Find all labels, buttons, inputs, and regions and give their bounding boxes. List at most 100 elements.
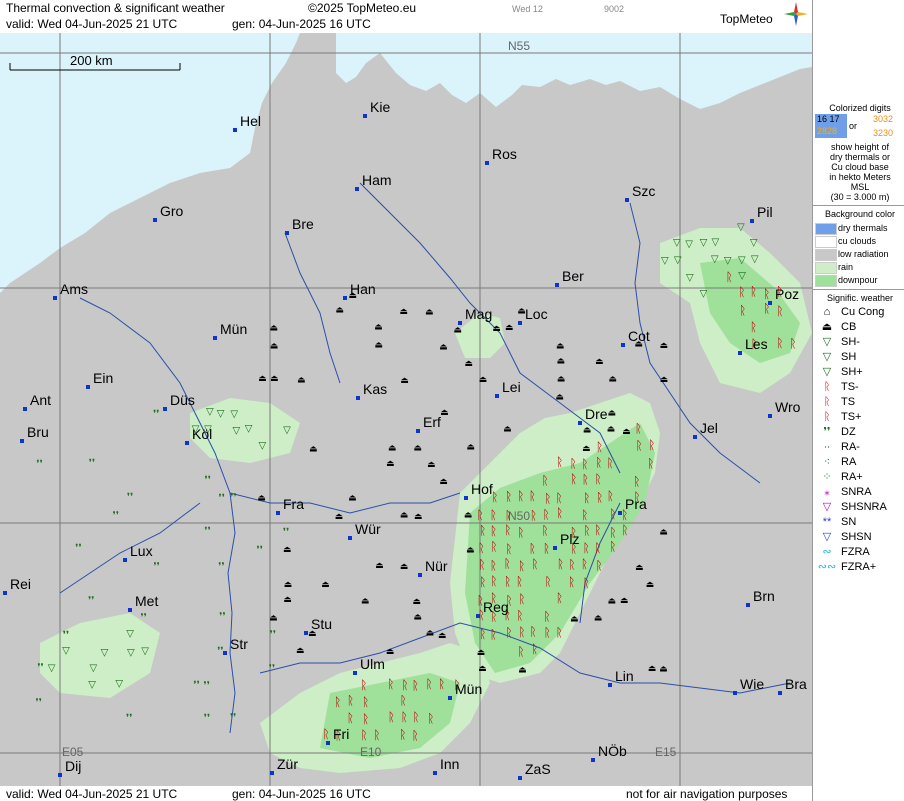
thunderstorm-icon: ᚱ: [609, 525, 616, 539]
city-label: ZaS: [525, 761, 551, 777]
thunderstorm-icon: ᚱ: [609, 507, 616, 521]
drizzle-icon: ❜❜: [37, 662, 43, 673]
city-label: Jel: [700, 420, 718, 436]
city-label: Köl: [192, 426, 212, 442]
city-marker: [213, 336, 217, 340]
drizzle-icon: ❜❜: [193, 680, 199, 691]
cb-icon: ⏏: [440, 407, 449, 417]
thunderstorm-icon: ᚱ: [504, 557, 511, 571]
cb-icon: ⏏: [414, 511, 423, 521]
thunderstorm-icon: ᚱ: [490, 627, 497, 641]
city-label: Han: [350, 281, 376, 297]
digits-desc-3: Cu cloud base: [831, 162, 889, 172]
thunderstorm-icon: ᚱ: [490, 524, 497, 538]
cb-icon: ⏏: [374, 322, 383, 332]
city-label: Str: [230, 636, 248, 652]
drizzle-icon: ❜❜: [88, 595, 94, 606]
shower-icon: ▽: [232, 426, 240, 437]
wx-label: Cu Cong: [841, 306, 885, 318]
city-label: Ros: [492, 146, 517, 162]
cb-icon: ⏏: [505, 322, 514, 332]
rain-heavy-icon: ⁘: [822, 471, 832, 483]
city-marker: [185, 441, 189, 445]
city-label: Wie: [740, 676, 764, 692]
city-marker: [326, 741, 330, 745]
city-label: Zür: [277, 756, 298, 772]
digits-desc-5: MSL: [850, 182, 870, 192]
cb-icon: ⏏: [426, 628, 435, 638]
cb-icon: ⏏: [386, 646, 395, 656]
city-label: Dre: [585, 406, 608, 422]
cb-icon: ⏏: [269, 612, 278, 622]
thunderstorm-icon: ᚱ: [362, 695, 369, 709]
city-marker: [553, 546, 557, 550]
thunderstorm-icon: ᚱ: [581, 457, 588, 471]
cb-icon: ⏏: [582, 443, 591, 453]
shower-snowrain-icon: ▽: [822, 501, 832, 513]
cb-icon: ⏏: [659, 663, 668, 673]
shower-light-icon: ▽: [822, 336, 832, 348]
city-marker: [3, 591, 7, 595]
drizzle-icon: ❜❜: [140, 612, 146, 623]
cb-icon: ⏏: [492, 323, 501, 333]
wx-label: TS+: [841, 411, 862, 423]
cb-icon: ⏏: [635, 562, 644, 572]
thunderstorm-icon: ᚱ: [401, 710, 408, 724]
city-marker: [276, 511, 280, 515]
city-label: Hel: [240, 113, 261, 129]
thunderstorm-icon: ᚱ: [347, 694, 354, 708]
cb-icon: ⏏: [335, 305, 344, 315]
drizzle-icon: ❜❜: [270, 630, 276, 641]
shower-snow-icon: ▽: [822, 531, 832, 543]
thunderstorm-icon: ᚱ: [583, 541, 590, 555]
cb-icon: ⏏: [296, 645, 305, 655]
shower-icon: ▽: [230, 409, 238, 420]
thunderstorm-icon: ᚱ: [401, 678, 408, 692]
drizzle-icon: ❜❜: [89, 458, 95, 469]
disclaimer: not for air navigation purposes: [626, 787, 788, 801]
thunder-icon: ᚱ: [823, 396, 831, 408]
thunderstorm-icon: ᚱ: [505, 542, 512, 556]
thunderstorm-icon: ᚱ: [556, 625, 563, 639]
digits-or: or: [849, 121, 858, 131]
city-label: Ulm: [360, 656, 385, 672]
thunderstorm-icon: ᚱ: [334, 695, 341, 709]
thunderstorm-icon: ᚱ: [529, 542, 536, 556]
city-label: Wür: [355, 521, 381, 537]
drizzle-icon: ❜❜: [127, 492, 133, 503]
thunderstorm-icon: ᚱ: [516, 608, 523, 622]
cb-icon: ⏏: [400, 561, 409, 571]
shower-icon: ▽: [686, 272, 694, 283]
thunderstorm-icon: ᚱ: [438, 677, 445, 691]
wx-label: SNRA: [841, 486, 872, 498]
city-label: Dij: [65, 758, 81, 774]
digits-desc-2: dry thermals or: [829, 152, 891, 162]
drizzle-icon: ❜❜: [63, 630, 69, 641]
drizzle-icon: ❜❜: [230, 713, 236, 724]
thunderstorm-icon: ᚱ: [505, 490, 512, 504]
thunderstorm-icon: ᚱ: [427, 711, 434, 725]
freezing-rain-heavy-icon: ∾∾: [817, 561, 837, 573]
rain-icon: ⁖: [823, 456, 831, 468]
city-label: Kas: [363, 381, 387, 397]
thunderstorm-icon: ᚱ: [555, 491, 562, 505]
thunderstorm-icon: ᚱ: [530, 625, 537, 639]
shower-icon: ▽: [88, 679, 96, 690]
thunderstorm-icon: ᚱ: [387, 677, 394, 691]
chart-title: Thermal convection & significant weather: [6, 1, 225, 15]
cb-icon: ⏏: [400, 510, 409, 520]
city-marker: [778, 691, 782, 695]
city-label: Fri: [333, 726, 349, 742]
cb-icon: ⏏: [608, 373, 617, 383]
thunderstorm-icon: ᚱ: [412, 678, 419, 692]
thunderstorm-icon: ᚱ: [542, 524, 549, 538]
cb-icon: ⏏: [607, 407, 616, 417]
grid-label-e05: E05: [62, 745, 84, 759]
city-label: Reg: [483, 599, 509, 615]
cb-icon: ⏏: [258, 373, 267, 383]
thunderstorm-icon: ᚱ: [570, 472, 577, 486]
thunderstorm-icon: ᚱ: [635, 421, 642, 435]
shower-icon: ▽: [48, 663, 56, 674]
shower-icon: ▽: [217, 409, 225, 420]
cucong-icon: ⌂: [823, 306, 831, 318]
